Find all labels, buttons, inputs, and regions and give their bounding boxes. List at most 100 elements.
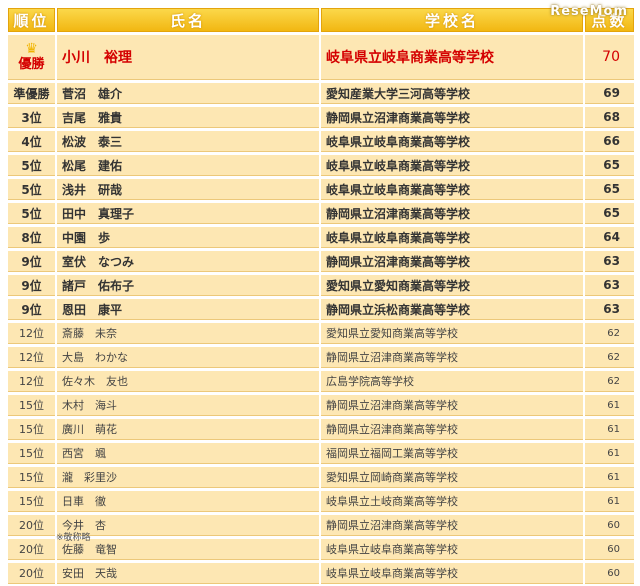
score-cell: 68 xyxy=(585,106,634,128)
winner-rank-cell: ♛ 優勝 xyxy=(8,34,55,80)
school-cell: 静岡県立沼津商業高等学校 xyxy=(321,202,583,224)
school-cell: 愛知県立愛知商業高等学校 xyxy=(321,322,583,344)
name-cell: 諸戸 佑布子 xyxy=(57,274,319,296)
score-cell: 62 xyxy=(585,322,634,344)
ranking-body: ♛ 優勝 小川 裕理 岐阜県立岐阜商業高等学校 70 準優勝 菅沼 雄介 愛知産業大… xyxy=(8,34,634,584)
ranking-table-container: 順位 氏名 学校名 点数 ♛ 優勝 小川 裕理 岐阜県立岐阜商業高等学校 70 … xyxy=(6,6,634,586)
score-cell: 63 xyxy=(585,298,634,320)
school-cell: 岐阜県立岐阜商業高等学校 xyxy=(321,562,583,584)
score-cell: 69 xyxy=(585,82,634,104)
table-row: 準優勝 菅沼 雄介 愛知産業大学三河高等学校 69 xyxy=(8,82,634,104)
rank-cell: 20位 xyxy=(8,514,55,536)
name-cell: 浅井 研哉 xyxy=(57,178,319,200)
school-cell: 静岡県立沼津商業高等学校 xyxy=(321,418,583,440)
name-cell: 日車 徹 xyxy=(57,490,319,512)
name-cell: 廣川 萌花 xyxy=(57,418,319,440)
score-cell: 64 xyxy=(585,226,634,248)
school-cell: 岐阜県立岐阜商業高等学校 xyxy=(321,538,583,560)
rank-cell: 20位 xyxy=(8,538,55,560)
rank-cell: 15位 xyxy=(8,418,55,440)
name-cell: 松尾 建佑 xyxy=(57,154,319,176)
score-cell: 63 xyxy=(585,250,634,272)
rank-cell: 9位 xyxy=(8,298,55,320)
score-cell: 66 xyxy=(585,130,634,152)
school-cell: 静岡県立沼津商業高等学校 xyxy=(321,346,583,368)
table-row: 4位 松波 泰三 岐阜県立岐阜商業高等学校 66 xyxy=(8,130,634,152)
table-row: 12位 佐々木 友也 広島学院高等学校 62 xyxy=(8,370,634,392)
school-cell: 静岡県立沼津商業高等学校 xyxy=(321,514,583,536)
header-school: 学校名 xyxy=(321,8,583,32)
table-row: 9位 恩田 康平 静岡県立浜松商業高等学校 63 xyxy=(8,298,634,320)
name-cell: 佐々木 友也 xyxy=(57,370,319,392)
name-cell: 斎藤 未奈 xyxy=(57,322,319,344)
crown-icon: ♛ xyxy=(25,41,38,57)
table-row: 3位 吉尾 雅貴 静岡県立沼津商業高等学校 68 xyxy=(8,106,634,128)
score-cell: 61 xyxy=(585,394,634,416)
rank-cell: 5位 xyxy=(8,154,55,176)
table-row: 8位 中園 歩岐阜県立岐阜商業高等学校 64 xyxy=(8,226,634,248)
rank-cell: 15位 xyxy=(8,490,55,512)
table-row: 9位 室伏 なつみ 静岡県立沼津商業高等学校 63 xyxy=(8,250,634,272)
school-cell: 岐阜県立岐阜商業高等学校 xyxy=(321,130,583,152)
name-cell: 木村 海斗 xyxy=(57,394,319,416)
school-cell: 岐阜県立岐阜商業高等学校 xyxy=(321,226,583,248)
name-cell: 今井 杏 xyxy=(57,514,319,536)
school-cell: 愛知産業大学三河高等学校 xyxy=(321,82,583,104)
score-cell: 60 xyxy=(585,514,634,536)
rank-cell: 準優勝 xyxy=(8,82,55,104)
rank-cell: 8位 xyxy=(8,226,55,248)
rank-cell: 20位 xyxy=(8,562,55,584)
rank-cell: 9位 xyxy=(8,274,55,296)
rank-cell: 9位 xyxy=(8,250,55,272)
table-row: 15位 西宮 颯福岡県立福岡工業高等学校 61 xyxy=(8,442,634,464)
winner-label: 優勝 xyxy=(18,57,45,72)
school-cell: 静岡県立沼津商業高等学校 xyxy=(321,250,583,272)
table-row: 15位瀧 彩里沙 愛知県立岡崎商業高等学校 61 xyxy=(8,466,634,488)
name-cell: 大島 わかな xyxy=(57,346,319,368)
header-rank: 順位 xyxy=(8,8,55,32)
school-cell: 岐阜県立岐阜商業高等学校 xyxy=(321,178,583,200)
table-row: 15位 廣川 萌花 静岡県立沼津商業高等学校 61 xyxy=(8,418,634,440)
name-cell: 吉尾 雅貴 xyxy=(57,106,319,128)
table-row: 5位 浅井 研哉 岐阜県立岐阜商業高等学校 65 xyxy=(8,178,634,200)
resemom-logo: ReseMom xyxy=(550,4,628,19)
header-name: 氏名 xyxy=(57,8,319,32)
score-cell: 65 xyxy=(585,202,634,224)
name-cell: 恩田 康平 xyxy=(57,298,319,320)
school-cell: 静岡県立沼津商業高等学校 xyxy=(321,106,583,128)
table-row: 20位 佐藤 竜智 岐阜県立岐阜商業高等学校 60 xyxy=(8,538,634,560)
winner-score: 70 xyxy=(585,34,634,80)
rank-cell: 5位 xyxy=(8,202,55,224)
score-cell: 62 xyxy=(585,370,634,392)
honorific-note: ※敬称略 xyxy=(56,533,91,543)
winner-row: ♛ 優勝 小川 裕理 岐阜県立岐阜商業高等学校 70 xyxy=(8,34,634,80)
name-cell: 西宮 颯 xyxy=(57,442,319,464)
score-cell: 60 xyxy=(585,562,634,584)
rank-cell: 3位 xyxy=(8,106,55,128)
score-cell: 65 xyxy=(585,178,634,200)
score-cell: 60 xyxy=(585,538,634,560)
table-row: 12位 斎藤 未奈 愛知県立愛知商業高等学校 62 xyxy=(8,322,634,344)
name-cell: 菅沼 雄介 xyxy=(57,82,319,104)
school-cell: 愛知県立岡崎商業高等学校 xyxy=(321,466,583,488)
school-cell: 愛知県立愛知商業高等学校 xyxy=(321,274,583,296)
rank-cell: 15位 xyxy=(8,466,55,488)
name-cell: 松波 泰三 xyxy=(57,130,319,152)
name-cell: 田中 真理子 xyxy=(57,202,319,224)
rank-cell: 15位 xyxy=(8,394,55,416)
table-row: 5位 松尾 建佑 岐阜県立岐阜商業高等学校 65 xyxy=(8,154,634,176)
rank-cell: 4位 xyxy=(8,130,55,152)
rank-cell: 12位 xyxy=(8,322,55,344)
rank-cell: 12位 xyxy=(8,370,55,392)
name-cell: 瀧 彩里沙 xyxy=(57,466,319,488)
rank-cell: 12位 xyxy=(8,346,55,368)
name-cell: 佐藤 竜智 xyxy=(57,538,319,560)
table-row: 9位 諸戸 佑布子 愛知県立愛知商業高等学校 63 xyxy=(8,274,634,296)
table-row: 12位 大島 わかな 静岡県立沼津商業高等学校 62 xyxy=(8,346,634,368)
ranking-table: 順位 氏名 学校名 点数 ♛ 優勝 小川 裕理 岐阜県立岐阜商業高等学校 70 … xyxy=(6,6,636,586)
school-cell: 岐阜県立土岐商業高等学校 xyxy=(321,490,583,512)
score-cell: 63 xyxy=(585,274,634,296)
winner-school: 岐阜県立岐阜商業高等学校 xyxy=(321,34,583,80)
score-cell: 61 xyxy=(585,466,634,488)
school-cell: 静岡県立浜松商業高等学校 xyxy=(321,298,583,320)
